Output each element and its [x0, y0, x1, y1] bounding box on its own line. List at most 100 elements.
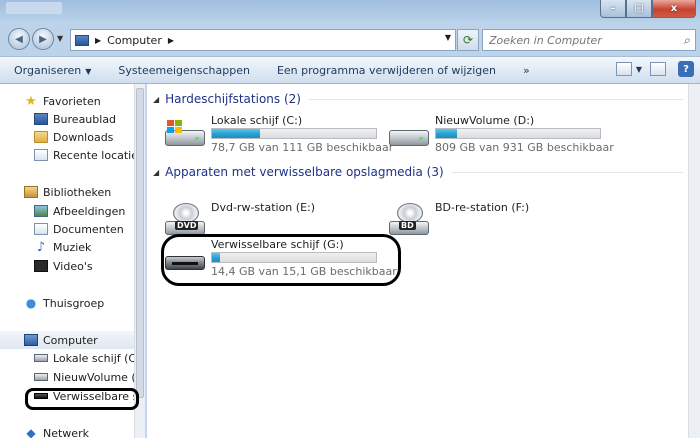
- back-arrow-icon: ◀: [15, 33, 23, 45]
- computer-icon: [75, 34, 89, 46]
- navigation-pane: ★ Favorieten Bureaublad Downloads Recente…: [0, 84, 146, 438]
- group-header-label: Hardeschijfstations (2): [165, 92, 301, 106]
- nav-item-homegroup[interactable]: ● Thuisgroep: [0, 294, 134, 312]
- change-view-icon[interactable]: [615, 62, 632, 76]
- explorer-window: – □ x ◀ ▶ ▼ ▶ Computer ▶ ▼ ⟳ ⌕ Organiser…: [0, 0, 700, 438]
- desktop-icon: [34, 113, 48, 125]
- content-scrollbar[interactable]: [688, 84, 700, 438]
- breadcrumb-chevron-icon[interactable]: ▶: [168, 36, 174, 45]
- back-button[interactable]: ◀: [8, 28, 30, 50]
- nav-label: Recente locaties: [53, 148, 134, 162]
- drive-usage-bar: [211, 128, 377, 139]
- drive-name: NieuwVolume (D:): [435, 114, 535, 127]
- pictures-icon: [34, 205, 48, 217]
- nav-item-favorites[interactable]: ★ Favorieten: [0, 92, 134, 110]
- nav-label: Thuisgroep: [43, 296, 105, 310]
- nav-item-recent[interactable]: Recente locaties: [0, 146, 134, 164]
- drive-tile-d[interactable]: NieuwVolume (D:) 809 GB van 931 GB besch…: [383, 114, 623, 156]
- help-button[interactable]: ?: [678, 61, 694, 77]
- caption-buttons: – □ x: [600, 0, 696, 18]
- nav-item-new-volume[interactable]: NieuwVolume (D: [0, 368, 134, 386]
- minimize-button[interactable]: –: [600, 0, 626, 18]
- command-bar: Organiseren ▼ Systeemeigenschappen Een pr…: [0, 56, 700, 84]
- hard-drive-icon: [34, 354, 48, 362]
- preview-pane-icon[interactable]: [650, 62, 666, 76]
- refresh-icon: ⟳: [462, 33, 474, 47]
- collapse-triangle-icon[interactable]: ◢: [153, 95, 159, 104]
- homegroup-icon: ●: [25, 296, 37, 310]
- nav-item-music[interactable]: ♪ Muziek: [0, 238, 134, 256]
- drive-tile-f[interactable]: BD BD-re-station (F:): [383, 201, 623, 243]
- drive-name: Lokale schijf (C:): [211, 114, 303, 127]
- address-dropdown-icon[interactable]: ▼: [445, 33, 451, 42]
- group-header-removable[interactable]: ◢ Apparaten met verwisselbare opslagmedi…: [153, 163, 683, 181]
- hard-drive-icon: [389, 124, 429, 150]
- chevron-down-icon: ▼: [85, 66, 92, 76]
- collapse-triangle-icon[interactable]: ◢: [153, 168, 159, 177]
- nav-item-videos[interactable]: Video's: [0, 257, 134, 275]
- more-commands-button[interactable]: »: [523, 64, 530, 77]
- navigation-row: ◀ ▶ ▼ ▶ Computer ▶ ▼ ⟳ ⌕: [0, 22, 700, 56]
- nav-item-computer[interactable]: Computer: [0, 331, 134, 349]
- organize-button[interactable]: Organiseren ▼: [14, 64, 91, 77]
- nav-item-local-disk[interactable]: Lokale schijf (C:): [0, 349, 134, 367]
- videos-icon: [34, 260, 48, 272]
- breadcrumb-chevron-icon[interactable]: ▶: [95, 36, 101, 45]
- forward-arrow-icon: ▶: [39, 33, 47, 45]
- recent-places-icon: [34, 149, 48, 161]
- nav-label: Video's: [53, 259, 93, 273]
- nav-label: Netwerk: [43, 426, 89, 438]
- group-header-label: Apparaten met verwisselbare opslagmedia …: [165, 165, 444, 179]
- window-title-blurred: [6, 2, 62, 14]
- drive-free-space: 809 GB van 931 GB beschikbaar: [435, 141, 614, 154]
- drive-usage-fill: [212, 129, 260, 138]
- toolbar-right: ▼ ?: [608, 61, 694, 77]
- annotation-circle-removable: [161, 234, 401, 286]
- refresh-button[interactable]: ⟳: [457, 29, 479, 51]
- breadcrumb-computer[interactable]: Computer: [107, 34, 162, 47]
- drive-free-space: 78,7 GB van 111 GB beschikbaar: [211, 141, 394, 154]
- minimize-icon: –: [610, 3, 616, 14]
- nav-label: Lokale schijf (C:): [53, 351, 134, 365]
- search-box[interactable]: ⌕: [482, 29, 696, 51]
- nav-item-desktop[interactable]: Bureaublad: [0, 110, 134, 128]
- nav-label: NieuwVolume (D: [53, 370, 134, 384]
- annotation-circle-nav: [25, 388, 139, 410]
- drive-tile-c[interactable]: Lokale schijf (C:) 78,7 GB van 111 GB be…: [159, 114, 399, 156]
- search-input[interactable]: [489, 33, 674, 47]
- maximize-button[interactable]: □: [626, 0, 652, 18]
- drive-name: Dvd-rw-station (E:): [211, 201, 316, 214]
- nav-item-documents[interactable]: Documenten: [0, 220, 134, 238]
- nav-item-downloads[interactable]: Downloads: [0, 128, 134, 146]
- group-divider: [451, 171, 683, 173]
- nav-label: Favorieten: [43, 94, 101, 108]
- nav-item-pictures[interactable]: Afbeeldingen: [0, 202, 134, 220]
- computer-icon: [24, 334, 38, 346]
- nav-label: Downloads: [53, 130, 114, 144]
- recent-pages-dropdown[interactable]: ▼: [57, 34, 63, 43]
- search-icon[interactable]: ⌕: [683, 33, 690, 48]
- group-divider: [308, 98, 683, 100]
- bd-drive-icon: BD: [389, 203, 429, 237]
- address-bar[interactable]: ▶ Computer ▶ ▼: [70, 29, 456, 51]
- nav-label: Afbeeldingen: [53, 204, 126, 218]
- libraries-icon: [24, 186, 38, 198]
- close-button[interactable]: x: [652, 0, 696, 18]
- documents-icon: [34, 223, 48, 235]
- nav-item-network[interactable]: ◆ Netwerk: [0, 424, 134, 438]
- network-icon: ◆: [26, 426, 36, 438]
- nav-scrollbar[interactable]: [134, 84, 145, 438]
- nav-scrollbar-thumb[interactable]: [136, 88, 144, 398]
- title-bar: – □ x: [0, 0, 700, 22]
- downloads-folder-icon: [34, 131, 48, 143]
- system-properties-button[interactable]: Systeemeigenschappen: [118, 64, 250, 77]
- close-icon: x: [670, 3, 678, 14]
- uninstall-program-button[interactable]: Een programma verwijderen of wijzigen: [277, 64, 496, 77]
- view-options-dropdown-icon[interactable]: ▼: [636, 65, 642, 74]
- drive-name: BD-re-station (F:): [435, 201, 530, 214]
- group-header-hdd[interactable]: ◢ Hardeschijfstations (2): [153, 90, 683, 108]
- content-pane: ◢ Hardeschijfstations (2) Lokale schijf …: [147, 84, 688, 438]
- forward-button[interactable]: ▶: [32, 28, 54, 50]
- nav-item-libraries[interactable]: Bibliotheken: [0, 183, 134, 201]
- star-icon: ★: [25, 93, 37, 109]
